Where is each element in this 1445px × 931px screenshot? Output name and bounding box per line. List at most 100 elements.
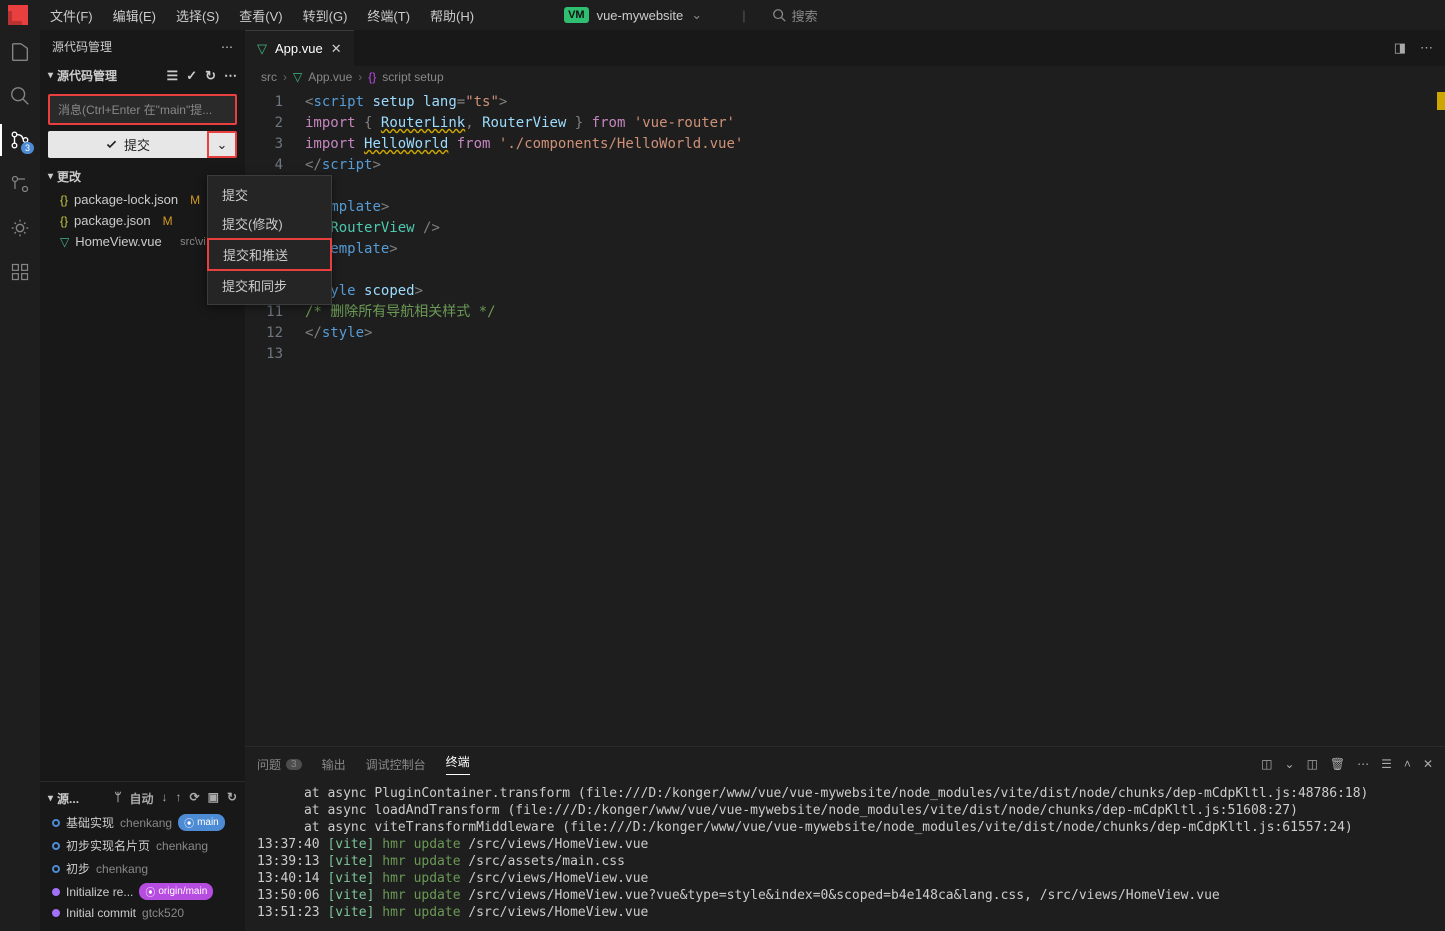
- overview-ruler[interactable]: [1433, 88, 1445, 746]
- editor-tab[interactable]: ▽ App.vue ✕: [245, 30, 354, 66]
- sidebar-header: 源代码管理 ⋯: [40, 30, 245, 63]
- bottom-panel: 问题3 输出 调试控制台 终端 ◫ ⌄ ◫ 🗑 ⋯ ☰ ˄ ✕ at async…: [245, 746, 1445, 931]
- json-icon: {}: [60, 193, 68, 207]
- pull-icon[interactable]: ↓: [162, 790, 168, 807]
- file-name: package-lock.json: [74, 192, 178, 207]
- commit-author: gtck520: [142, 906, 184, 920]
- warning-marker[interactable]: [1437, 92, 1445, 110]
- fetch-icon[interactable]: ⟳: [190, 790, 200, 807]
- filter-icon[interactable]: ☰: [1381, 757, 1392, 771]
- breadcrumb-symbol[interactable]: script setup: [382, 70, 443, 84]
- commit-dropdown-button[interactable]: ⌄: [207, 131, 237, 158]
- graph-dot: [52, 909, 60, 917]
- tab-label: App.vue: [275, 41, 323, 56]
- dd-commit-sync[interactable]: 提交和同步: [208, 271, 331, 300]
- auto-label[interactable]: 自动: [130, 790, 154, 807]
- graph-item[interactable]: Initial commitgtck520: [40, 903, 245, 923]
- menu-view[interactable]: 查看(V): [229, 2, 292, 29]
- check-icon[interactable]: ✓: [186, 68, 197, 84]
- chevron-right-icon: ›: [283, 70, 287, 84]
- refresh-icon[interactable]: ↻: [227, 790, 237, 807]
- close-icon[interactable]: ✕: [1423, 757, 1433, 771]
- tab-bar: ▽ App.vue ✕ ◨ ⋯: [245, 30, 1445, 66]
- status-badge: M: [163, 214, 173, 228]
- search-icon: [772, 8, 786, 22]
- branch-icon[interactable]: ᛘ: [114, 790, 121, 807]
- project-selector[interactable]: VM vue-mywebsite ⌄: [564, 7, 702, 23]
- menu-edit[interactable]: 编辑(E): [103, 2, 166, 29]
- split-icon[interactable]: ◫: [1307, 757, 1318, 771]
- split-icon[interactable]: ◨: [1394, 40, 1406, 56]
- global-search[interactable]: 搜索: [742, 6, 817, 25]
- chevron-down-icon: ▾: [48, 171, 53, 182]
- more-icon[interactable]: ⋯: [221, 40, 233, 54]
- panel-tab-terminal[interactable]: 终端: [446, 753, 470, 775]
- search-placeholder: 搜索: [792, 6, 818, 25]
- graph-dot: [52, 888, 60, 896]
- commit-msg: 初步: [66, 860, 90, 877]
- commit-dropdown-menu: 提交 提交(修改) 提交和推送 提交和同步: [207, 175, 332, 305]
- tree-icon[interactable]: ☰: [167, 68, 179, 84]
- menu-terminal[interactable]: 终端(T): [357, 2, 420, 29]
- dd-commit-amend[interactable]: 提交(修改): [208, 209, 331, 238]
- commit-msg: 基础实现: [66, 814, 114, 831]
- scm-section-header[interactable]: ▾ 源代码管理 ☰ ✓ ↻ ⋯: [40, 63, 245, 88]
- trash-icon[interactable]: 🗑: [1330, 757, 1345, 771]
- push-icon[interactable]: ↑: [176, 790, 182, 807]
- more-icon[interactable]: ⋯: [224, 68, 237, 84]
- chevron-down-icon: ▾: [48, 70, 53, 81]
- graph-dot: [52, 865, 60, 873]
- graph-item[interactable]: 初步实现名片页chenkang: [40, 834, 245, 857]
- close-icon[interactable]: ✕: [331, 41, 342, 57]
- breadcrumb-file[interactable]: App.vue: [308, 70, 352, 84]
- vue-icon: ▽: [60, 235, 69, 249]
- dd-commit[interactable]: 提交: [208, 180, 331, 209]
- breadcrumb-src[interactable]: src: [261, 70, 277, 84]
- commit-message-input[interactable]: 消息(Ctrl+Enter 在"main"提...: [48, 94, 237, 125]
- json-icon: {}: [60, 214, 68, 228]
- commit-author: chenkang: [156, 839, 208, 853]
- graph-item[interactable]: 初步 chenkang: [40, 857, 245, 880]
- graph-header[interactable]: ▾ 源... ᛘ 自动 ↓ ↑ ⟳ ▣ ↻: [40, 786, 245, 811]
- breadcrumb[interactable]: src › ▽ App.vue › {} script setup: [245, 66, 1445, 88]
- refresh-icon[interactable]: ↻: [205, 68, 216, 84]
- activity-debug[interactable]: [8, 216, 32, 240]
- status-badge: M: [190, 193, 200, 207]
- activity-scm[interactable]: 3: [8, 128, 32, 152]
- activity-extensions-a[interactable]: [8, 172, 32, 196]
- activity-bar: 3: [0, 30, 40, 931]
- activity-search[interactable]: [8, 84, 32, 108]
- dd-commit-push[interactable]: 提交和推送: [207, 238, 332, 271]
- panel-tab-debug[interactable]: 调试控制台: [366, 756, 426, 773]
- code-body: 12345678910111213 <script setup lang="ts…: [245, 88, 1445, 746]
- graph-title: 源...: [57, 790, 79, 807]
- scm-badge: 3: [21, 142, 34, 154]
- menu-file[interactable]: 文件(F): [40, 2, 103, 29]
- graph-section: ▾ 源... ᛘ 自动 ↓ ↑ ⟳ ▣ ↻ 基础实现chenkang⦿main初…: [40, 781, 245, 931]
- panel-tab-problems[interactable]: 问题3: [257, 756, 302, 773]
- braces-icon: {}: [368, 70, 376, 84]
- save-icon[interactable]: ▣: [208, 790, 219, 807]
- graph-item[interactable]: Initialize re...⦿origin/main: [40, 880, 245, 903]
- graph-dot: [52, 819, 60, 827]
- graph-item[interactable]: 基础实现chenkang⦿main: [40, 811, 245, 834]
- commit-author: chenkang: [96, 862, 148, 876]
- scm-section-title: 源代码管理: [57, 67, 117, 84]
- menu-help[interactable]: 帮助(H): [420, 2, 484, 29]
- terminal-output[interactable]: at async PluginContainer.transform (file…: [245, 781, 1445, 931]
- activity-explorer[interactable]: [8, 40, 32, 64]
- chevron-down-icon: ⌄: [217, 137, 228, 153]
- commit-button[interactable]: 提交: [48, 131, 207, 158]
- menu-goto[interactable]: 转到(G): [293, 2, 358, 29]
- project-name: vue-mywebsite: [597, 8, 684, 23]
- chevron-up-icon[interactable]: ˄: [1404, 757, 1411, 771]
- more-icon[interactable]: ⋯: [1420, 40, 1433, 56]
- more-icon[interactable]: ⋯: [1357, 757, 1369, 771]
- menu-select[interactable]: 选择(S): [166, 2, 229, 29]
- panel-tab-output[interactable]: 输出: [322, 756, 346, 773]
- layout-icon[interactable]: ◫: [1261, 757, 1272, 771]
- chevron-down-icon[interactable]: ⌄: [1285, 757, 1295, 771]
- panel-tabs: 问题3 输出 调试控制台 终端 ◫ ⌄ ◫ 🗑 ⋯ ☰ ˄ ✕: [245, 747, 1445, 781]
- activity-extensions[interactable]: [8, 260, 32, 284]
- code-content[interactable]: <script setup lang="ts"> import { Router…: [297, 88, 1445, 746]
